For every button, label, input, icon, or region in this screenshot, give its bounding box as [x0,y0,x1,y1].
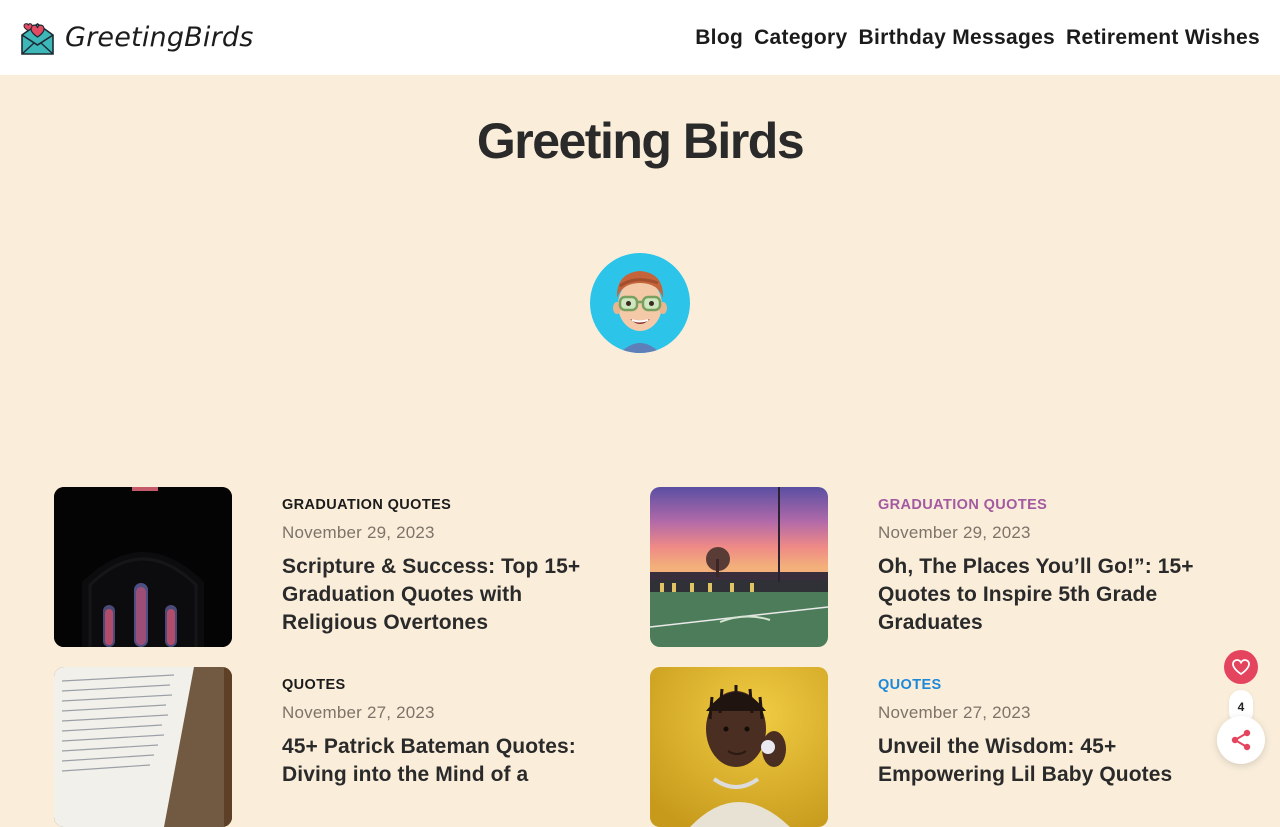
nav-item-birthday-messages[interactable]: Birthday Messages [859,26,1056,50]
nav-item-blog[interactable]: Blog [695,26,743,50]
post-date: November 29, 2023 [878,523,1031,542]
nav-item-category[interactable]: Category [754,26,847,50]
open-book-image [54,667,232,827]
heart-icon [1232,659,1250,675]
memoji-avatar-image [613,271,667,353]
post-title-link[interactable]: Unveil the Wisdom: 45+ Empowering Lil Ba… [878,733,1198,789]
post-title-link[interactable]: 45+ Patrick Bateman Quotes: Diving into … [282,733,602,789]
post-title-link[interactable]: Oh, The Places You’ll Go!”: 15+ Quotes t… [878,553,1198,637]
post-category-link[interactable]: GRADUATION QUOTES [282,497,602,517]
post-date: November 27, 2023 [878,703,1031,722]
post-meta: GRADUATION QUOTES November 29, 2023 Scri… [282,497,602,637]
stadium-sunset-image [650,487,828,647]
post-meta: GRADUATION QUOTES November 29, 2023 Oh, … [878,497,1198,637]
author-avatar [590,253,690,353]
post-thumbnail[interactable] [650,667,828,827]
page-title: Greeting Birds [476,113,805,169]
site-header: GreetingBirds Blog Category Birthday Mes… [0,0,1280,75]
like-button[interactable] [1224,650,1258,684]
post-thumbnail[interactable] [54,487,232,647]
main-nav: Blog Category Birthday Messages Retireme… [695,26,1260,50]
site-logo-text: GreetingBirds [65,22,254,53]
share-button[interactable] [1217,716,1265,764]
post-thumbnail[interactable] [650,487,828,647]
post-title-link[interactable]: Scripture & Success: Top 15+ Graduation … [282,553,602,637]
envelope-heart-icon [21,22,54,55]
post-category-link[interactable]: QUOTES [282,677,602,697]
post-date: November 29, 2023 [282,523,435,542]
post-meta: QUOTES November 27, 2023 45+ Patrick Bat… [282,677,602,789]
post-meta: QUOTES November 27, 2023 Unveil the Wisd… [878,677,1198,789]
site-logo-link[interactable]: GreetingBirds [20,20,254,56]
post-category-link[interactable]: GRADUATION QUOTES [878,497,1198,517]
post-date: November 27, 2023 [282,703,435,722]
share-icon [1231,729,1251,751]
post-thumbnail[interactable] [54,667,232,827]
church-window-image [54,487,232,647]
post-category-link[interactable]: QUOTES [878,677,1198,697]
portrait-image [650,667,828,827]
nav-item-retirement-wishes[interactable]: Retirement Wishes [1066,26,1260,50]
